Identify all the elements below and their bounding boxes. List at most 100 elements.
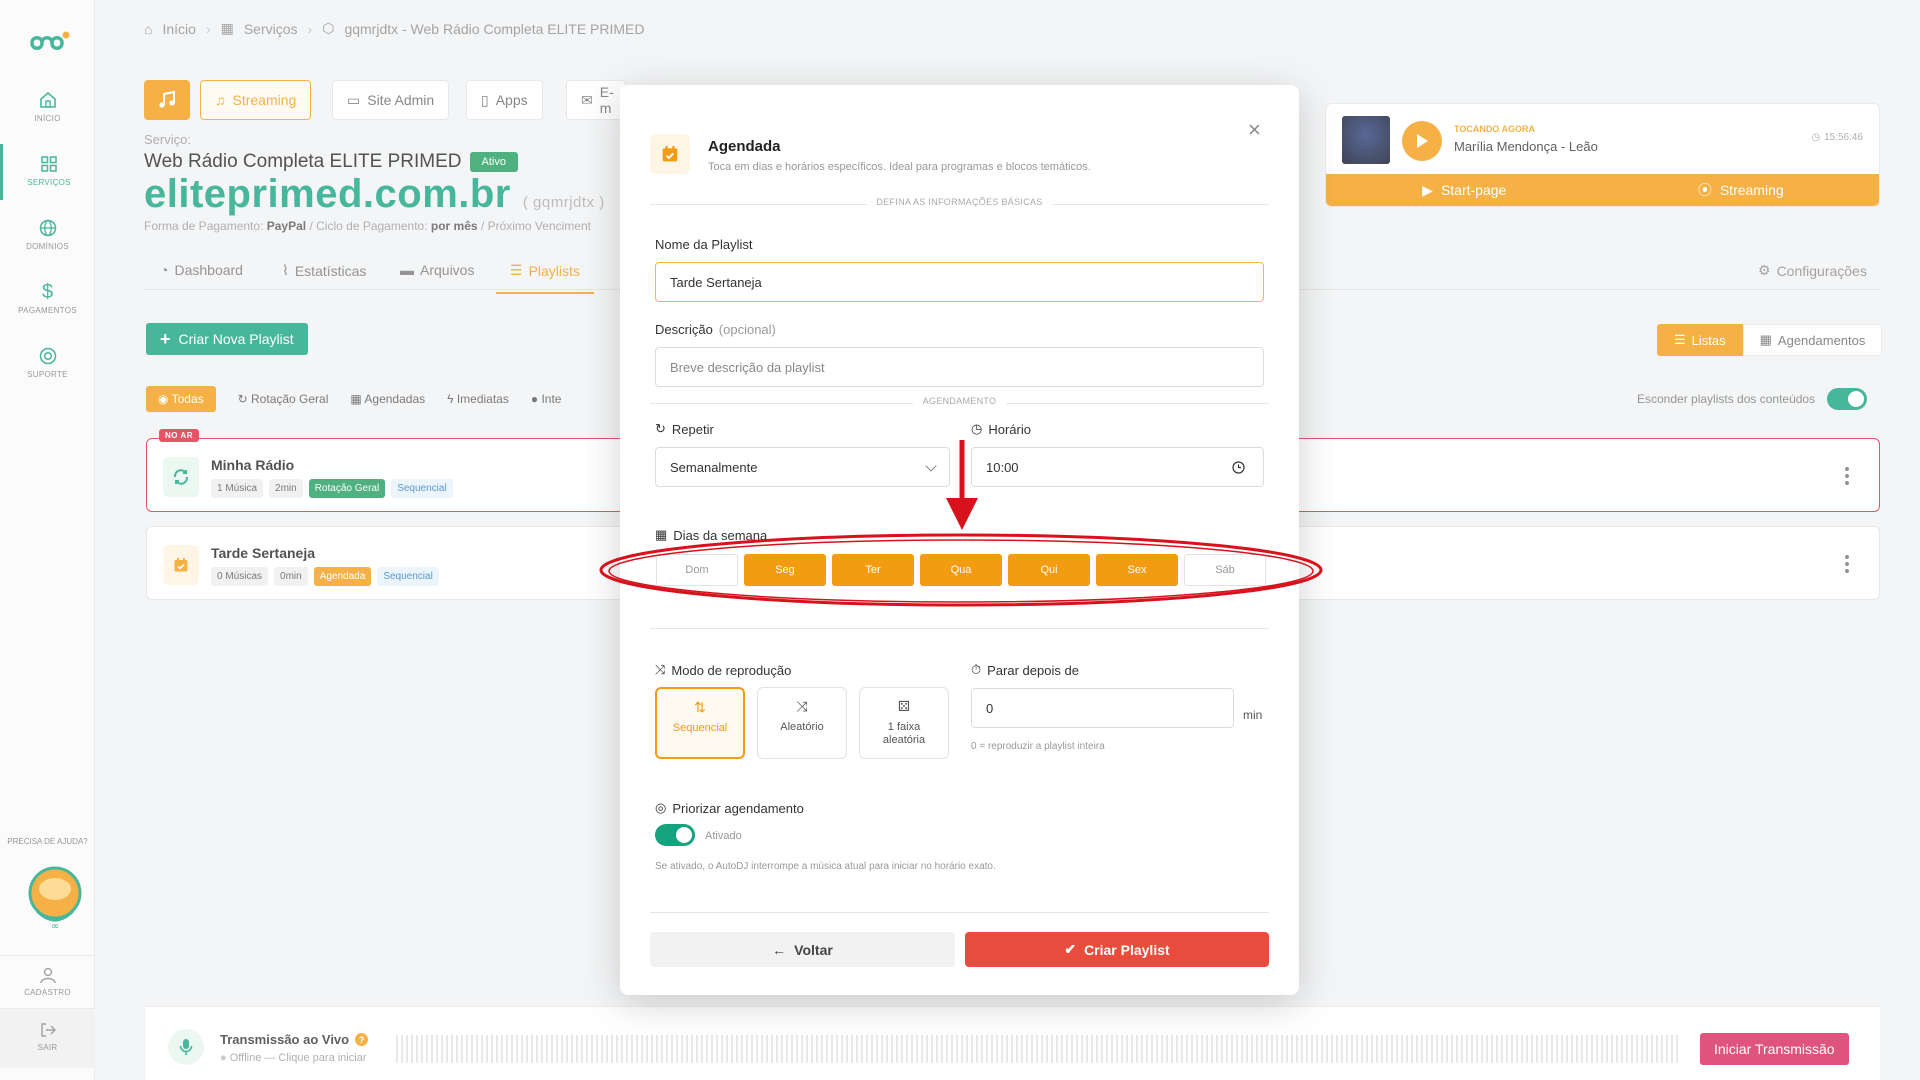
calendar-icon: [163, 545, 199, 585]
logo-icon[interactable]: [28, 28, 76, 58]
tab-streaming[interactable]: ♫ Streaming: [200, 80, 312, 120]
list-icon: ☰: [510, 262, 523, 278]
playback-mode-label: ⤨ Modo de reprodução: [655, 662, 791, 678]
hide-playlists-toggle[interactable]: Esconder playlists dos conteúdos: [1637, 388, 1868, 410]
tab-email[interactable]: ✉ E-m: [566, 80, 626, 120]
day-qua[interactable]: Qua: [920, 554, 1002, 586]
rotation-icon: [163, 457, 199, 497]
tab-dashboard[interactable]: ◔ Dashboard: [160, 262, 243, 278]
more-options-icon[interactable]: [1845, 467, 1849, 488]
sidebar-item-label: DOMÍNIOS: [26, 242, 69, 251]
filter-agendadas[interactable]: ▦ Agendadas: [350, 392, 425, 406]
sidebar-item-servicos[interactable]: SERVIÇOS: [0, 144, 95, 200]
status-dot-icon: ●: [220, 1052, 227, 1064]
mode-single-random-button[interactable]: ⚄ 1 faixa aleatória: [859, 687, 949, 759]
mode-sequential-button[interactable]: ⇅ Sequencial: [655, 687, 745, 759]
tab-apps[interactable]: ▯ Apps: [466, 80, 543, 120]
create-playlist-button[interactable]: + Criar Nova Playlist: [146, 323, 308, 355]
day-sab[interactable]: Sáb: [1184, 554, 1266, 586]
sidebar-item-label: SAIR: [37, 1043, 58, 1052]
start-page-link[interactable]: ▶ Start-page: [1326, 174, 1603, 206]
payment-info: Forma de Pagamento: PayPal / Ciclo de Pa…: [144, 219, 591, 233]
day-ter[interactable]: Ter: [832, 554, 914, 586]
section-divider: DEFINA AS INFORMAÇÕES BÁSICAS: [650, 197, 1269, 211]
tab-label: Apps: [495, 92, 528, 108]
tag-duration: 2min: [269, 479, 303, 498]
day-dom[interactable]: Dom: [656, 554, 738, 586]
section-title: AGENDAMENTO: [912, 396, 1007, 406]
play-circle-icon: ▶: [1422, 181, 1433, 198]
time-input[interactable]: 10:00: [971, 447, 1264, 487]
tab-site-admin[interactable]: ▭ Site Admin: [332, 80, 450, 120]
check-icon: ✔: [1064, 941, 1077, 957]
sidebar-item-cadastro[interactable]: CADASTRO: [0, 955, 95, 997]
section-divider: [650, 905, 1269, 919]
description-label: Descrição (opcional): [655, 322, 776, 337]
broadcast-status: ● Offline — Clique para iniciar: [220, 1052, 366, 1064]
view-lists-button[interactable]: ☰ Listas: [1657, 324, 1743, 356]
priority-toggle[interactable]: [655, 824, 695, 846]
stop-after-hint: 0 = reproduzir a playlist inteira: [971, 741, 1105, 752]
label-text: Priorizar agendamento: [672, 800, 804, 816]
repeat-label: ↻ Repetir: [655, 421, 714, 437]
filter-inte[interactable]: ● Inte: [531, 392, 562, 406]
back-button[interactable]: ← Voltar: [650, 932, 955, 967]
label-text: Modo de reprodução: [671, 662, 792, 678]
button-label: Voltar: [794, 941, 833, 958]
day-sex[interactable]: Sex: [1096, 554, 1178, 586]
breadcrumb-item-servicos[interactable]: Serviços: [244, 21, 298, 37]
view-schedules-button[interactable]: ▦ Agendamentos: [1742, 324, 1883, 356]
tab-playlists[interactable]: ☰ Playlists: [496, 262, 594, 294]
playlist-name-input[interactable]: Tarde Sertaneja: [655, 262, 1264, 302]
day-seg[interactable]: Seg: [744, 554, 826, 586]
modal-subtitle: Toca em dias e horários específicos. Ide…: [708, 161, 1091, 173]
section-title: DEFINA AS INFORMAÇÕES BÁSICAS: [866, 197, 1053, 207]
label-text: Dias da semana: [673, 527, 768, 543]
service-domain: eliteprimed.com.br ( gqmrjdtx ): [144, 172, 605, 217]
playlist-tags: 1 Música 2min Rotação Geral Sequencial: [211, 479, 453, 498]
stop-after-unit: min: [1243, 708, 1263, 722]
start-broadcast-button[interactable]: Iniciar Transmissão: [1700, 1033, 1849, 1065]
close-icon[interactable]: ×: [1248, 117, 1261, 143]
config-link[interactable]: ⚙ Configurações: [1758, 262, 1867, 279]
dice-icon: ⚄: [897, 698, 911, 714]
support-avatar-icon[interactable]: ∞: [27, 865, 83, 933]
description-input[interactable]: Breve descrição da playlist: [655, 347, 1264, 387]
tab-arquivos[interactable]: ▬ Arquivos: [400, 262, 474, 278]
tab-estatisticas[interactable]: ⌇ Estatísticas: [282, 262, 366, 279]
label-text: Nome da Playlist: [655, 237, 753, 252]
repeat-select[interactable]: Semanalmente: [655, 447, 950, 487]
stop-after-input[interactable]: 0: [971, 688, 1234, 728]
day-qui[interactable]: Qui: [1008, 554, 1090, 586]
sidebar-item-suporte[interactable]: SUPORTE: [0, 346, 95, 379]
grid-icon: ▦: [220, 20, 234, 36]
next-due-label: / Próximo Venciment: [480, 219, 591, 233]
breadcrumb-separator: ›: [205, 20, 211, 37]
tag-mode: Sequencial: [377, 567, 439, 586]
tab-label: Streaming: [232, 92, 297, 108]
sidebar-item-sair[interactable]: SAIR: [0, 1008, 95, 1068]
tag-type: Rotação Geral: [308, 479, 386, 498]
toggle-switch[interactable]: [1827, 388, 1868, 410]
tab-label: Arquivos: [420, 262, 475, 278]
now-playing-label: TOCANDO AGORA: [1454, 124, 1535, 134]
sidebar-item-dominios[interactable]: DOMÍNIOS: [0, 218, 95, 251]
mode-random-button[interactable]: ⤨ Aleatório: [757, 687, 847, 759]
sidebar-item-inicio[interactable]: INÍCIO: [0, 90, 95, 123]
play-button[interactable]: [1402, 121, 1442, 161]
clock-icon[interactable]: [1232, 461, 1245, 474]
filter-todas[interactable]: ◉ Todas: [146, 386, 216, 412]
filter-imediatas[interactable]: ϟ Imediatas: [447, 392, 509, 406]
help-icon[interactable]: ?: [355, 1033, 369, 1046]
domain-text: eliteprimed.com.br: [144, 172, 511, 216]
label-text: Descrição: [655, 322, 713, 337]
more-options-icon[interactable]: [1845, 555, 1849, 576]
filter-rotacao-geral[interactable]: ↻ Rotação Geral: [238, 392, 329, 406]
modal-title: Agendada: [708, 138, 781, 155]
streaming-link[interactable]: ⦿ Streaming: [1603, 174, 1880, 206]
sidebar-item-pagamentos[interactable]: $ PAGAMENTOS: [0, 282, 95, 315]
create-playlist-submit-button[interactable]: ✔ Criar Playlist: [965, 932, 1269, 967]
stopwatch-icon: ⏱: [971, 662, 982, 677]
button-label: Agendamentos: [1777, 332, 1866, 348]
breadcrumb-item-inicio[interactable]: Início: [162, 21, 195, 37]
